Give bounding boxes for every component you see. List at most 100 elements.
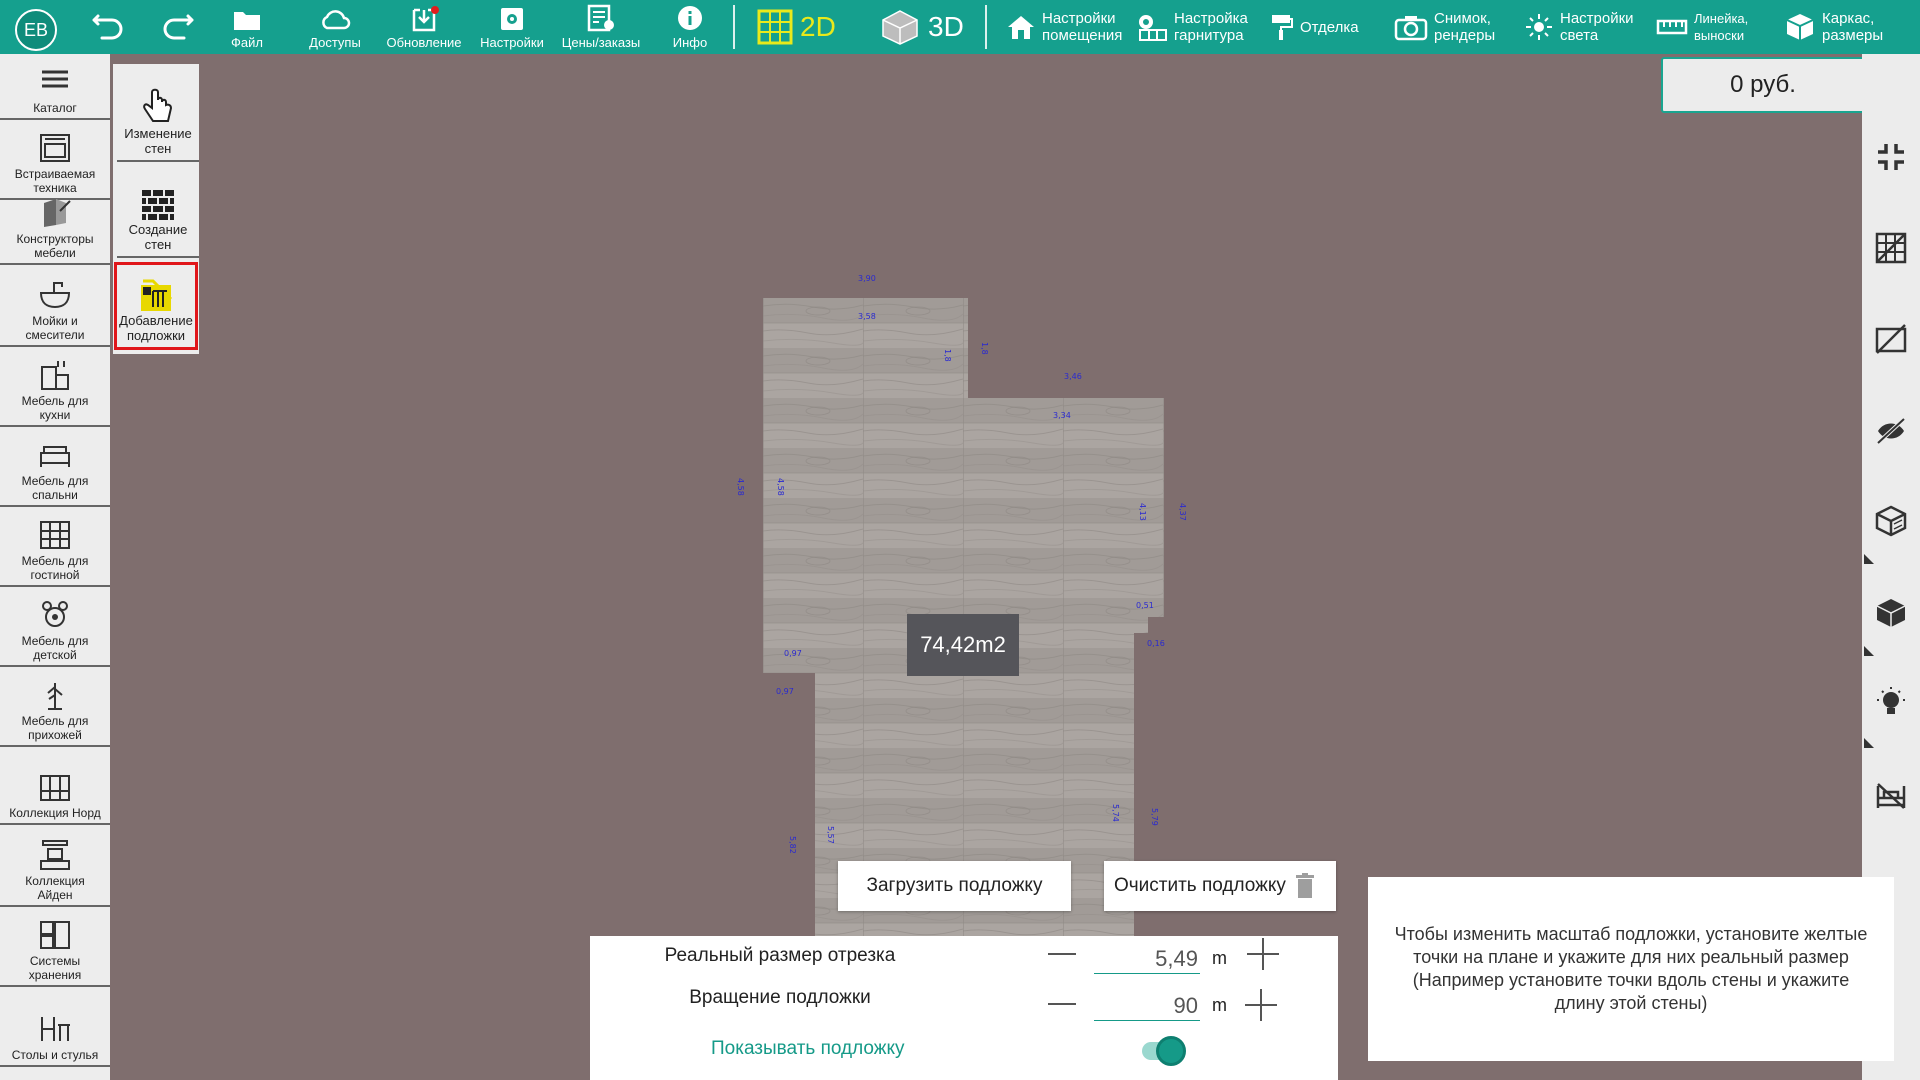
paint-roller-icon [1272, 15, 1293, 40]
update-label: Обновление [386, 35, 462, 50]
scale-hint-panel: Чтобы изменить масштаб подложки, установ… [1368, 877, 1894, 1061]
rotation-input[interactable] [1094, 991, 1200, 1021]
expand-corner-indicator [1864, 646, 1874, 656]
svg-text:0,97: 0,97 [776, 687, 794, 696]
catalog-item-label-2: мебели [34, 246, 76, 260]
edit-walls-line2: стен [144, 141, 172, 156]
toolbar-divider [733, 5, 735, 49]
catalog-item[interactable]: Каталог [0, 54, 110, 120]
frame-dimensions-line2: размеры [1822, 27, 1884, 44]
catalog-item-label-1: Конструкторы [16, 232, 94, 246]
create-walls-line2: стен [144, 237, 172, 252]
info-button[interactable]: Инфо [665, 0, 715, 54]
teddy-bear-icon [42, 601, 68, 627]
finish-button[interactable]: Отделка [1270, 0, 1359, 54]
segment-increase-button[interactable] [1247, 938, 1279, 970]
hide-furniture-icon[interactable] [1874, 778, 1908, 812]
expand-corner-indicator [1864, 554, 1874, 564]
user-avatar[interactable]: ЕВ [15, 9, 57, 51]
expand-corner-indicator [1864, 738, 1874, 748]
edit-walls-button[interactable]: Изменение стен [117, 64, 199, 162]
hide-texture-icon[interactable] [1874, 413, 1908, 447]
mode-3d-label: 3D [928, 11, 964, 42]
snapshot-button[interactable]: Снимок, рендеры [1394, 0, 1495, 54]
catalog-item[interactable]: Мебель для спальни [0, 427, 110, 507]
svg-text:5,82: 5,82 [788, 836, 797, 854]
light-settings-line2: света [1560, 27, 1599, 44]
trash-icon [1295, 873, 1314, 898]
living-room-shelf-icon [40, 521, 70, 549]
toolbar-divider [985, 5, 987, 49]
svg-text:0,16: 0,16 [1147, 639, 1165, 648]
catalog-item[interactable]: Мебель для гостиной [0, 507, 110, 587]
mode-3d-button[interactable]: 3D [880, 7, 964, 47]
add-underlay-button[interactable]: Добавление подложки [114, 262, 198, 350]
set-settings-line1: Настройка [1174, 10, 1248, 27]
grid-2d-icon [757, 9, 793, 45]
wireframe-cube-icon[interactable] [1874, 504, 1908, 538]
pointer-hand-icon [143, 88, 173, 122]
catalog-item-label-1: Мойки и [32, 314, 78, 328]
ruler-line2: выноски [1694, 28, 1745, 43]
catalog-item-label-2: спальни [32, 488, 78, 502]
mode-2d-button[interactable]: 2D [756, 7, 836, 47]
solid-cube-icon[interactable] [1874, 596, 1908, 630]
svg-text:3,34: 3,34 [1053, 411, 1071, 420]
update-button[interactable]: Обновление [382, 0, 466, 54]
frame-dimensions-button[interactable]: Каркас, размеры [1784, 0, 1883, 54]
segment-decrease-button[interactable] [1048, 953, 1076, 955]
catalog-item-label-2: детской [33, 648, 77, 662]
create-walls-button[interactable]: Создание стен [117, 164, 199, 258]
grid-toggle-icon[interactable] [1874, 231, 1908, 265]
catalog-item[interactable]: Мойки и смесители [0, 267, 110, 347]
folder-icon [234, 12, 260, 30]
lightbulb-icon[interactable] [1874, 686, 1908, 720]
clear-underlay-button[interactable]: Очистить подложку [1104, 861, 1336, 911]
catalog-item-label-1: Коллекция [25, 874, 85, 888]
catalog-item[interactable]: Системы хранения [0, 907, 110, 987]
underlay-scale-panel: Реальный размер отрезка m Вращение подло… [590, 936, 1338, 1080]
brick-wall-icon [142, 190, 174, 220]
edit-walls-line1: Изменение [124, 126, 192, 141]
catalog-item-label-1: Системы [29, 954, 81, 968]
light-settings-button[interactable]: Настройки света [1524, 0, 1634, 54]
segment-size-input[interactable] [1094, 944, 1200, 974]
catalog-item[interactable]: Мебель для детской [0, 587, 110, 667]
hide-walls-icon[interactable] [1874, 322, 1908, 356]
segment-unit: m [1212, 948, 1227, 968]
table-chair-icon [41, 1017, 70, 1041]
catalog-item[interactable]: Конструкторы мебели [0, 187, 110, 265]
redo-icon[interactable] [160, 12, 196, 42]
settings-button[interactable]: Настройки [474, 0, 550, 54]
rotation-increase-button[interactable] [1245, 989, 1277, 1021]
list-icon [42, 70, 68, 88]
catalog-item[interactable]: Мебель для прихожей [0, 667, 110, 747]
catalog-item-label-2: кухни [39, 408, 71, 422]
catalog-item-label-1: Мебель для [21, 634, 89, 648]
svg-text:5,79: 5,79 [1150, 808, 1159, 826]
price-list-icon [587, 4, 614, 32]
room-settings-button[interactable]: Настройки помещения [1006, 0, 1122, 54]
access-button[interactable]: Доступы [300, 0, 370, 54]
load-underlay-button[interactable]: Загрузить подложку [838, 861, 1071, 911]
catalog-item-label-1: Каталог [33, 101, 77, 115]
prices-button[interactable]: Цены/заказы [554, 0, 648, 54]
catalog-item[interactable]: Столы и стулья [0, 987, 110, 1067]
underlay-plan-icon [141, 279, 173, 311]
file-button[interactable]: Файл [222, 0, 272, 54]
catalog-item-label-2: гостиной [30, 568, 80, 582]
svg-text:3,46: 3,46 [1064, 372, 1082, 381]
set-settings-button[interactable]: Настройка гарнитура [1136, 0, 1248, 54]
segment-size-label: Реальный размер отрезка [664, 945, 896, 966]
svg-text:4,58: 4,58 [776, 478, 785, 496]
undo-icon[interactable] [90, 12, 126, 42]
catalog-item[interactable]: Коллекция Айден [0, 825, 110, 907]
catalog-item[interactable]: Коллекция Норд [0, 747, 110, 825]
collapse-icon[interactable] [1874, 140, 1908, 174]
gear-icon [501, 8, 523, 30]
catalog-item-label-1: Столы и стулья [11, 1048, 99, 1062]
show-underlay-toggle[interactable] [1140, 1034, 1190, 1068]
catalog-item[interactable]: Мебель для кухни [0, 347, 110, 427]
rotation-decrease-button[interactable] [1048, 1003, 1076, 1005]
ruler-button[interactable]: Линейка, выноски [1656, 0, 1748, 54]
